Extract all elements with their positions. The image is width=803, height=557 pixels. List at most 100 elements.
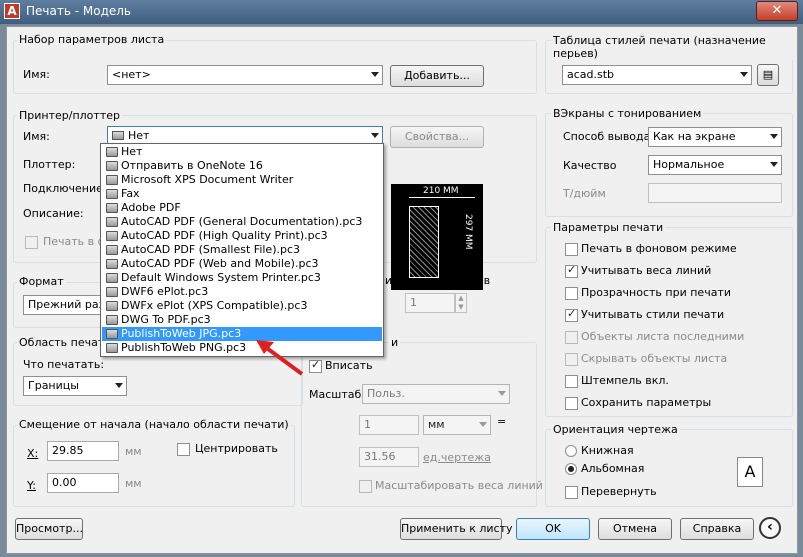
collapse-icon[interactable]: ‹ xyxy=(759,517,781,539)
print-to-file-checkbox[interactable] xyxy=(25,236,38,249)
close-button[interactable]: ✕ xyxy=(756,1,798,21)
offset-x-input[interactable]: 29.85 xyxy=(47,441,119,461)
plotter-option-label: Нет xyxy=(121,145,143,158)
plot-option-label: Печать в фоновом режиме xyxy=(581,242,737,255)
plotter-option[interactable]: Microsoft XPS Document Writer xyxy=(102,173,382,187)
properties-button[interactable]: Свойства... xyxy=(390,126,484,148)
plotter-option[interactable]: Default Windows System Printer.pc3 xyxy=(102,271,382,285)
title-bar: A Печать - Модель ✕ xyxy=(0,0,803,24)
page-setup-name-label: Имя: xyxy=(23,68,50,81)
plot-option-checkbox[interactable] xyxy=(565,375,578,388)
style-table-value: acad.stb xyxy=(567,68,615,81)
plotter-option[interactable]: Нет xyxy=(102,145,382,159)
plotter-option[interactable]: PublishToWeb PNG.pc3 xyxy=(102,341,382,355)
upside-down-checkbox[interactable] xyxy=(565,486,578,499)
plot-option-label: Учитывать веса линий xyxy=(581,264,712,277)
plotter-option[interactable]: Fax xyxy=(102,187,382,201)
window-title: Печать - Модель xyxy=(26,4,131,18)
portrait-radio[interactable] xyxy=(565,445,577,457)
preview-height-label: 297 ММ xyxy=(463,214,473,250)
printer-icon xyxy=(106,217,118,227)
plotter-option[interactable]: AutoCAD PDF (General Documentation).pc3 xyxy=(102,215,382,229)
plot-area-group-title: Область печати xyxy=(17,336,114,349)
scale-lineweights-checkbox[interactable] xyxy=(359,480,372,493)
offset-group xyxy=(13,425,295,507)
offset-group-title: Смещение от начала (начало области печат… xyxy=(17,418,291,431)
edit-style-table-button[interactable]: ▤ xyxy=(757,64,779,86)
offset-y-input[interactable]: 0.00 xyxy=(47,473,119,493)
scale-combo[interactable]: Польз. xyxy=(362,384,510,404)
copies-spinner[interactable]: ▲ ▼ xyxy=(455,293,467,313)
dpi-input[interactable] xyxy=(648,183,782,203)
plot-option-label: Объекты листа последними xyxy=(581,330,745,343)
portrait-label: Книжная xyxy=(581,444,634,457)
plot-option-label: Учитывать стили печати xyxy=(581,308,725,321)
plotter-group-title: Принтер/плоттер xyxy=(17,109,122,122)
what-to-plot-combo[interactable]: Границы xyxy=(23,376,127,396)
drawing-units-label: ед.чертежа xyxy=(423,451,491,464)
plot-option-checkbox[interactable] xyxy=(565,353,578,366)
plot-option-checkbox[interactable] xyxy=(565,263,578,278)
plotter-option-label: AutoCAD PDF (High Quality Print).pc3 xyxy=(121,229,328,242)
printer-icon xyxy=(106,287,118,297)
plot-option-checkbox[interactable] xyxy=(565,287,578,300)
plotter-option[interactable]: DWG To PDF.pc3 xyxy=(102,313,382,327)
printer-icon xyxy=(106,329,118,339)
apply-to-layout-button[interactable]: Применить к листу xyxy=(400,518,512,540)
landscape-radio[interactable] xyxy=(565,463,577,475)
landscape-label: Альбомная xyxy=(581,462,645,475)
scale-denominator-input[interactable]: 31.56 xyxy=(359,447,419,467)
offset-x-label: X: xyxy=(27,447,39,460)
ok-button[interactable]: OK xyxy=(516,518,590,540)
style-table-combo[interactable]: acad.stb xyxy=(562,65,752,85)
plotter-name-value: Нет xyxy=(128,129,150,142)
plotter-option[interactable]: Отправить в OneNote 16 xyxy=(102,159,382,173)
copies-input[interactable]: 1 xyxy=(405,293,455,313)
preview-button[interactable]: Просмотр... xyxy=(15,518,83,540)
plotter-option-label: AutoCAD PDF (Web and Mobile).pc3 xyxy=(121,257,319,270)
scale-value: Польз. xyxy=(367,387,405,400)
plotter-option[interactable]: Adobe PDF xyxy=(102,201,382,215)
scale-group-title: и xyxy=(389,336,401,349)
plotter-option[interactable]: AutoCAD PDF (High Quality Print).pc3 xyxy=(102,229,382,243)
plot-option-checkbox[interactable] xyxy=(565,397,578,410)
fit-to-paper-checkbox[interactable] xyxy=(309,358,322,373)
plotter-option-label: AutoCAD PDF (General Documentation).pc3 xyxy=(121,215,363,228)
printer-icon xyxy=(106,161,118,171)
plotter-option[interactable]: AutoCAD PDF (Smallest File).pc3 xyxy=(102,243,382,257)
plot-options-group xyxy=(545,227,793,417)
page-setup-name-value: <нет> xyxy=(112,68,151,81)
scale-label: Масштаб: xyxy=(309,388,365,401)
copies-label: исло экземпляров xyxy=(385,274,491,287)
plot-option-checkbox[interactable] xyxy=(565,243,578,256)
orientation-group-title: Ориентация чертежа xyxy=(551,423,680,436)
printer-icon xyxy=(106,189,118,199)
plot-option-checkbox[interactable] xyxy=(565,307,578,322)
plotter-dropdown-list: Нет Отправить в OneNote 16 Microsoft XPS D… xyxy=(100,143,384,357)
plotter-option[interactable]: DWFx ePlot (XPS Compatible).pc3 xyxy=(102,299,382,313)
shade-plot-label: Способ вывода xyxy=(563,130,651,143)
scale-numerator-input[interactable]: 1 xyxy=(359,415,419,435)
scale-unit-combo[interactable]: мм xyxy=(423,415,491,435)
plotter-option[interactable]: AutoCAD PDF (Web and Mobile).pc3 xyxy=(102,257,382,271)
shaded-viewport-group-title: ВЭкраны с тонированием xyxy=(551,107,704,120)
what-to-plot-value: Границы xyxy=(28,379,79,392)
plot-option-checkbox[interactable] xyxy=(565,331,578,344)
plotter-option[interactable]: PublishToWeb JPG.pc3 xyxy=(102,327,382,341)
center-plot-checkbox[interactable] xyxy=(177,443,190,456)
help-button[interactable]: Справка xyxy=(680,518,754,540)
cancel-button[interactable]: Отмена xyxy=(598,518,672,540)
plotter-name-label: Имя: xyxy=(23,130,50,143)
chevron-down-icon xyxy=(371,133,379,138)
scale-equals: = xyxy=(497,415,507,428)
chevron-down-icon xyxy=(479,422,487,427)
chevron-down-icon xyxy=(770,134,778,139)
plot-option-label: Прозрачность при печати xyxy=(581,286,731,299)
add-button[interactable]: Добавить... xyxy=(390,65,484,87)
printer-icon xyxy=(106,175,118,185)
page-setup-name-combo[interactable]: <нет> xyxy=(107,65,383,85)
printer-icon xyxy=(106,245,118,255)
shade-plot-combo[interactable]: Как на экране xyxy=(648,127,782,147)
plotter-option[interactable]: DWF6 ePlot.pc3 xyxy=(102,285,382,299)
quality-combo[interactable]: Нормальное xyxy=(648,155,782,175)
